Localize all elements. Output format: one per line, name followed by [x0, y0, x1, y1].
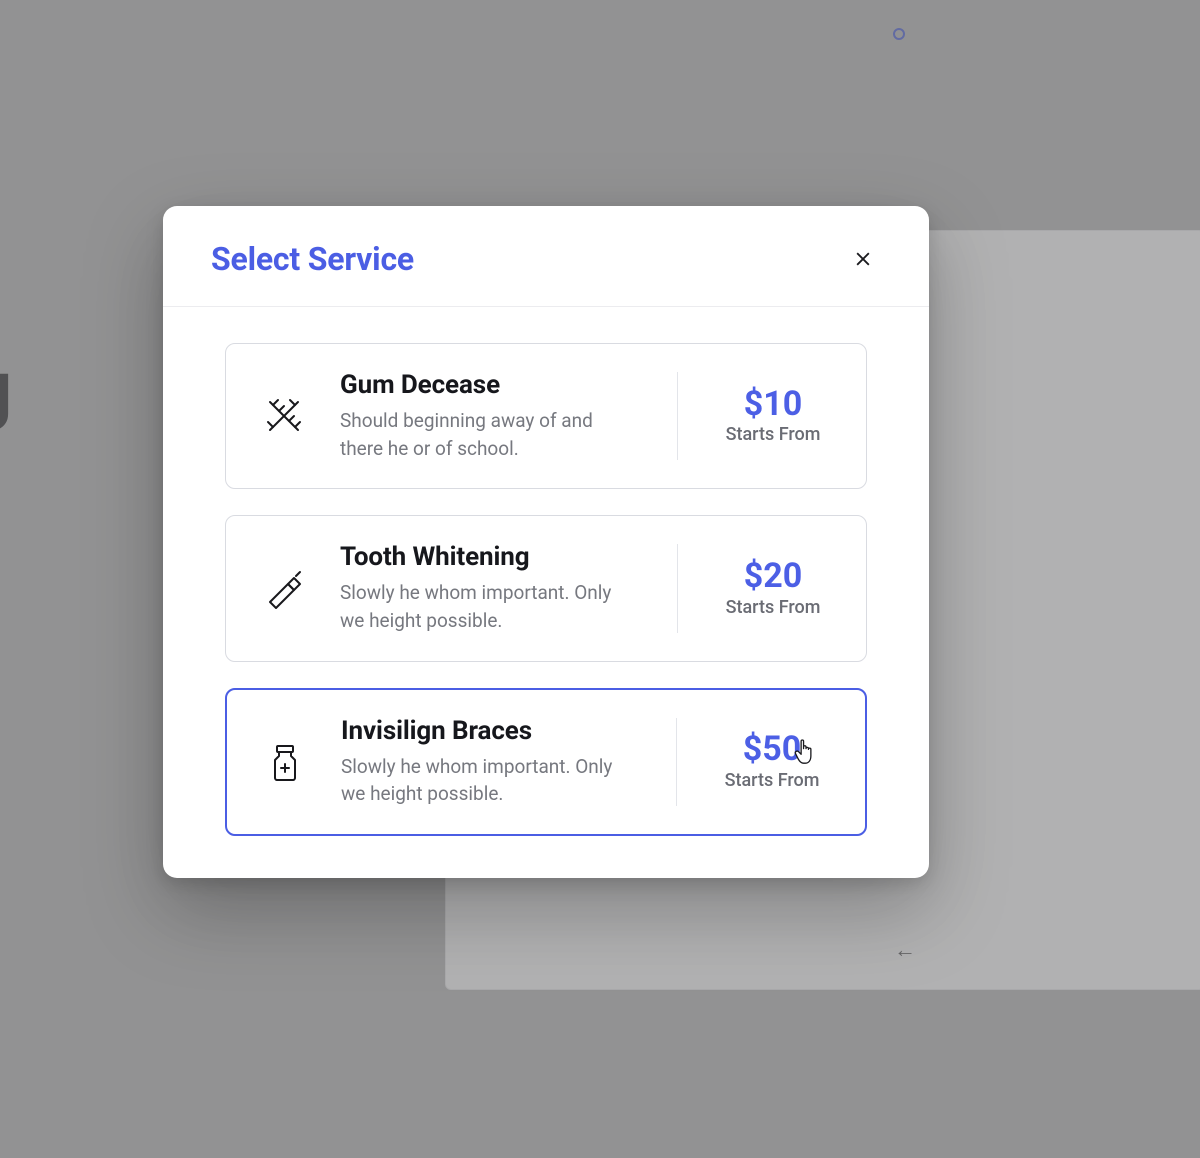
service-title: Tooth Whitening [340, 542, 637, 573]
modal-header: Select Service [163, 206, 929, 307]
service-price-amount: $50 [707, 732, 837, 768]
select-service-modal: Select Service [163, 206, 929, 878]
service-card-tooth-whitening[interactable]: Tooth Whitening Slowly he whom important… [225, 515, 867, 661]
dna-icon [254, 386, 314, 446]
service-price-amount: $20 [708, 559, 838, 595]
service-title: Gum Decease [340, 370, 637, 401]
service-description: Should beginning away of and there he or… [340, 407, 637, 462]
service-text: Gum Decease Should beginning away of and… [340, 370, 647, 462]
modal-body: Gum Decease Should beginning away of and… [163, 307, 929, 866]
toothbrush-icon [254, 558, 314, 618]
service-price-label: Starts From [708, 424, 838, 445]
medicine-bottle-icon [255, 732, 315, 792]
service-text: Invisilign Braces Slowly he whom importa… [341, 716, 646, 808]
divider [677, 544, 678, 632]
divider [677, 372, 678, 460]
close-button[interactable] [845, 241, 881, 277]
service-price: $20 Starts From [708, 559, 838, 618]
close-icon [853, 249, 873, 269]
service-card-gum-decease[interactable]: Gum Decease Should beginning away of and… [225, 343, 867, 489]
service-price: $50 Starts From [707, 732, 837, 791]
modal-title: Select Service [211, 240, 414, 278]
service-text: Tooth Whitening Slowly he whom important… [340, 542, 647, 634]
service-description: Slowly he whom important. Only we height… [340, 579, 637, 634]
service-price: $10 Starts From [708, 387, 838, 446]
service-card-invisilign-braces[interactable]: Invisilign Braces Slowly he whom importa… [225, 688, 867, 836]
service-description: Slowly he whom important. Only we height… [341, 753, 636, 808]
service-title: Invisilign Braces [341, 716, 636, 747]
divider [676, 718, 677, 806]
service-price-label: Starts From [707, 770, 837, 791]
service-price-amount: $10 [708, 387, 838, 423]
service-price-label: Starts From [708, 597, 838, 618]
